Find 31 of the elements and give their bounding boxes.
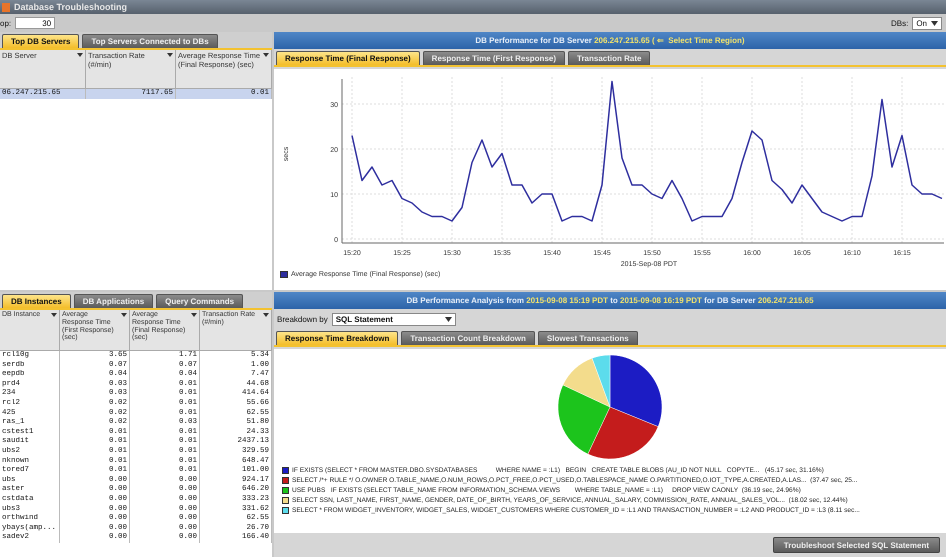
breakdown-dropdown[interactable]: SQL Statement — [332, 312, 456, 326]
tab[interactable]: Slowest Transactions — [538, 331, 638, 345]
panel-header: DB Performance Analysis from 2015-09-08 15:19 PDT to 2015-09-08 16:19 PDT for DB Server 206.247.215.65 — [274, 292, 946, 309]
top-count-field[interactable]: 30 — [15, 17, 56, 29]
tab[interactable]: Transaction Rate — [568, 51, 650, 65]
troubleshoot-button[interactable]: Troubleshoot Selected SQL Statement — [772, 537, 940, 553]
tab[interactable]: Top DB Servers — [2, 34, 80, 48]
app-icon — [2, 2, 10, 12]
caret-icon — [444, 316, 452, 322]
tab[interactable]: Response Time (First Response) — [422, 51, 565, 65]
breakdown-label: Breakdown by — [277, 314, 328, 324]
dbs-label: DBs: — [890, 18, 908, 28]
sort-icon — [51, 313, 57, 317]
sort-icon — [263, 313, 269, 317]
sort-icon — [263, 53, 269, 57]
dbs-dropdown[interactable]: On — [912, 16, 942, 30]
tab[interactable]: Transaction Count Breakdown — [401, 331, 535, 345]
window-title: Database Troubleshooting — [14, 2, 128, 12]
tab[interactable]: Response Time (Final Response) — [276, 51, 420, 65]
tab[interactable]: Query Commands — [156, 294, 244, 308]
tab[interactable]: Top Servers Connected to DBs — [82, 34, 218, 48]
caret-icon — [931, 20, 938, 26]
tab[interactable]: DB Instances — [2, 294, 71, 308]
tab[interactable]: DB Applications — [74, 294, 154, 308]
top-label: op: — [0, 18, 12, 28]
sort-icon — [167, 53, 173, 57]
sort-icon — [121, 313, 127, 317]
tab[interactable]: Response Time Breakdown — [276, 331, 398, 345]
panel-header: DB Performance for DB Server 206.247.215.65 ( ⇐ Select Time Region) — [274, 32, 946, 49]
sort-icon — [77, 53, 83, 57]
sort-icon — [191, 313, 197, 317]
